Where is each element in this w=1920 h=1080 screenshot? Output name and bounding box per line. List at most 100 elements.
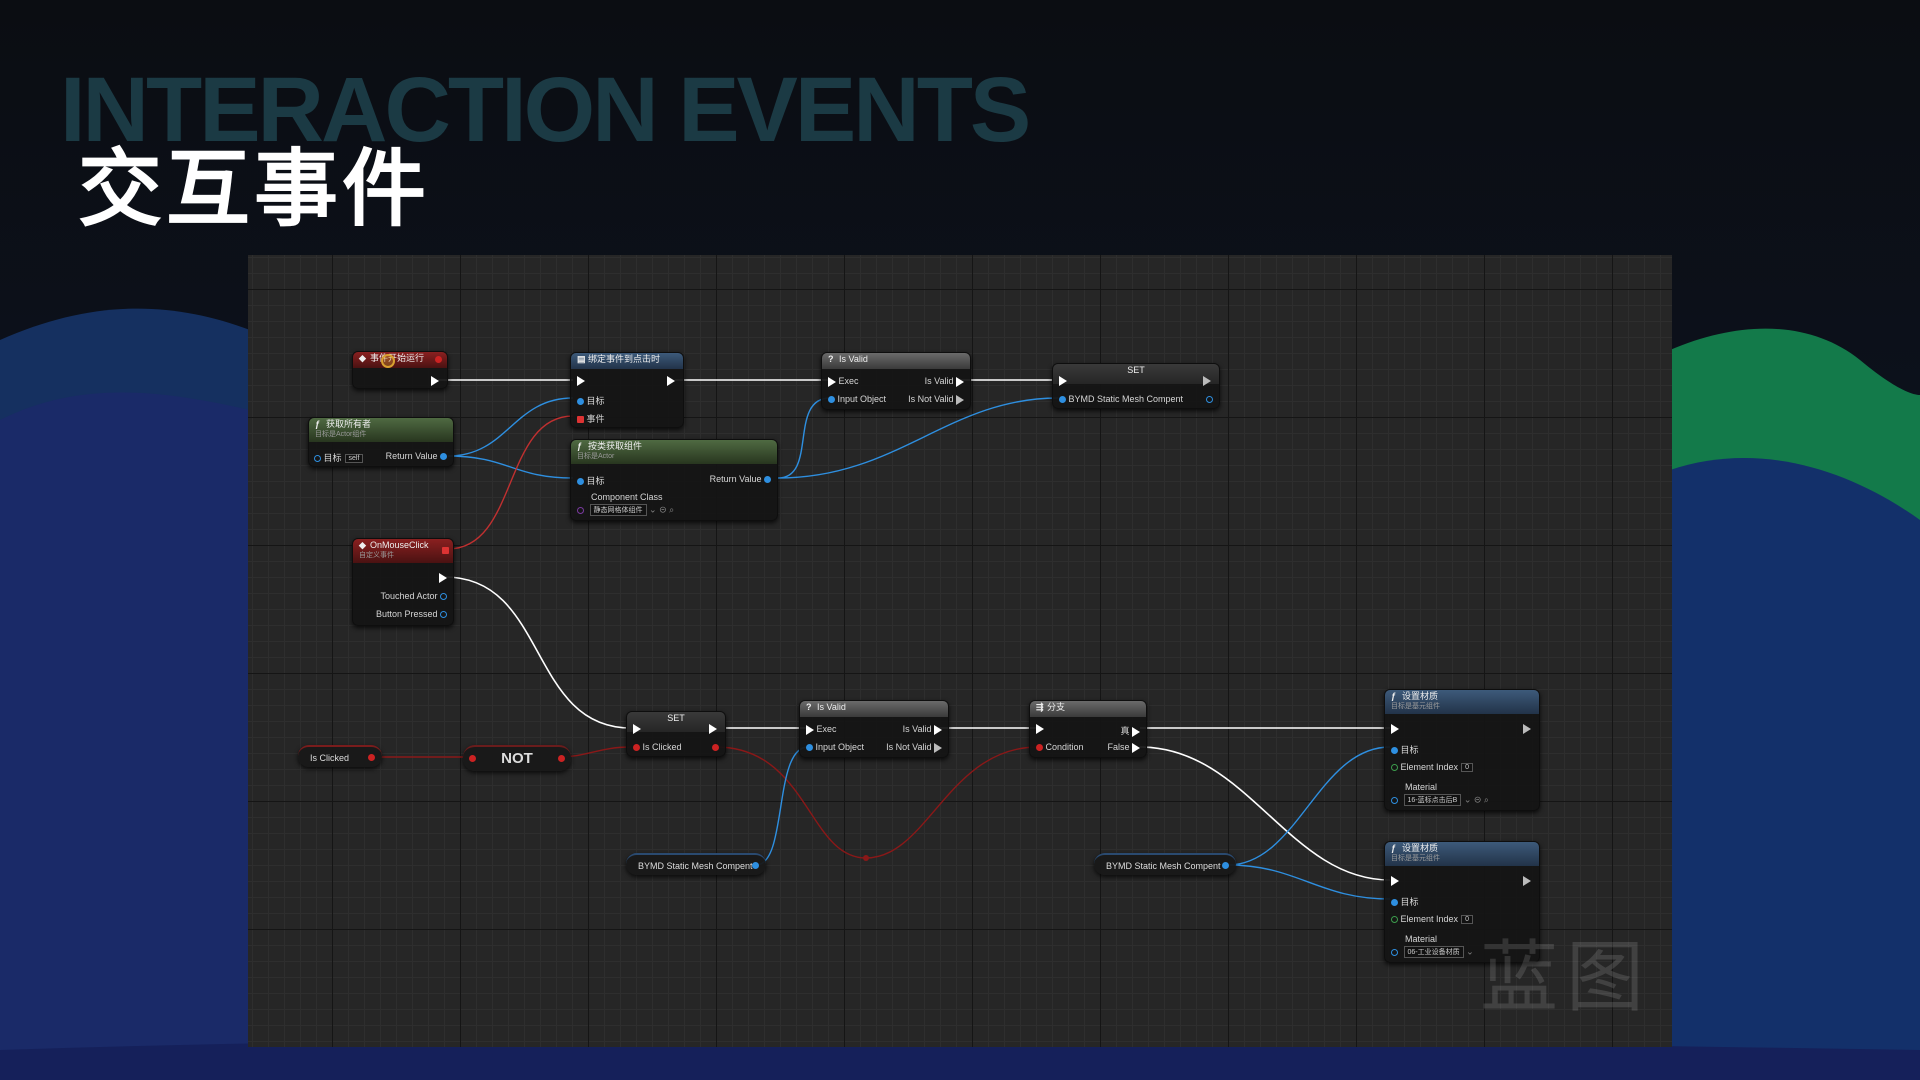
- node-is-valid-top[interactable]: ? Is Valid Exec Is Valid Input Object Is …: [821, 352, 971, 410]
- node-title: SET: [1053, 364, 1219, 384]
- material-label: Material: [1405, 782, 1438, 792]
- blueprint-watermark: 蓝图: [1479, 933, 1652, 1023]
- value-pin[interactable]: [1059, 396, 1066, 404]
- object-out-pin[interactable]: [1222, 862, 1229, 869]
- value-pin[interactable]: [633, 744, 640, 752]
- target-pin[interactable]: [1391, 747, 1398, 755]
- wire-mesh2-material1: [1227, 746, 1391, 866]
- node-begin-play[interactable]: ◆ 事件开始运行: [352, 351, 448, 389]
- target-value[interactable]: self: [344, 454, 364, 464]
- class-dropdown[interactable]: 静态网格体组件: [589, 504, 647, 516]
- node-branch[interactable]: ⇶ 分支 真 Condition False: [1029, 700, 1147, 758]
- bool-out-pin[interactable]: [558, 755, 565, 762]
- node-bind-event[interactable]: ▤ 绑定事件到点击时 目标 事件: [570, 352, 684, 428]
- exec-valid-pin[interactable]: [934, 724, 942, 735]
- wire-reroute-dot: [863, 855, 869, 861]
- node-set-bottom[interactable]: SET Is Clicked: [626, 711, 726, 757]
- button-label: Button Pressed: [375, 609, 438, 619]
- is-clicked-getter[interactable]: Is Clicked: [298, 745, 382, 767]
- exec-in-pin[interactable]: [828, 376, 836, 387]
- material-dropdown[interactable]: 16-蓝标点击后B: [1403, 794, 1462, 806]
- valid-label: Is Valid: [902, 724, 932, 734]
- exec-in-pin[interactable]: [806, 724, 814, 735]
- bool-in-pin[interactable]: [469, 755, 476, 762]
- exec-in-pin[interactable]: [1391, 724, 1399, 734]
- exec-false-pin[interactable]: [1132, 742, 1140, 753]
- exec-not-valid-pin[interactable]: [934, 742, 942, 753]
- target-pin[interactable]: [577, 398, 584, 406]
- wire-click-to-set: [444, 576, 632, 729]
- index-field[interactable]: 0: [1461, 915, 1473, 925]
- node-set-material-1[interactable]: ƒ 设置材质 目标是基元组件 目标 Element Index 0 Material …: [1384, 689, 1540, 811]
- index-label: Element Index: [1400, 914, 1459, 924]
- event-pin[interactable]: [577, 416, 584, 424]
- exec-valid-pin[interactable]: [956, 376, 964, 387]
- exec-out-pin[interactable]: [1203, 376, 1211, 386]
- material-pin[interactable]: [1391, 948, 1398, 956]
- exec-out-pin[interactable]: [1523, 724, 1531, 734]
- node-subtitle: 目标是Actor: [577, 453, 615, 460]
- target-pin[interactable]: [577, 478, 584, 486]
- return-label: Return Value: [385, 451, 438, 461]
- wire-mesh2-material2: [1227, 864, 1391, 900]
- target-pin[interactable]: [1391, 899, 1398, 907]
- touched-pin[interactable]: [440, 593, 447, 601]
- input-pin[interactable]: [828, 396, 835, 404]
- condition-pin[interactable]: [1036, 744, 1043, 752]
- index-pin[interactable]: [1391, 764, 1398, 772]
- exec-out-pin[interactable]: [667, 376, 675, 386]
- exec-in-pin[interactable]: [1059, 376, 1067, 386]
- target-label: 目标: [586, 476, 605, 486]
- node-on-mouse-click[interactable]: ◆ OnMouseClick 自定义事件 Touched Actor Button …: [352, 538, 454, 626]
- object-out-pin[interactable]: [752, 862, 759, 869]
- output-pin[interactable]: [712, 744, 719, 751]
- node-get-component[interactable]: ƒ 按类获取组件 目标是Actor 目标 Return Value Componen…: [570, 439, 778, 521]
- mouse-cursor: [381, 354, 395, 368]
- node-not[interactable]: NOT: [463, 745, 571, 771]
- not-valid-label: Is Not Valid: [886, 742, 932, 752]
- node-set-top[interactable]: SET BYMD Static Mesh Compent: [1052, 363, 1220, 409]
- node-subtitle: 目标是Actor组件: [315, 431, 367, 438]
- exec-in-pin[interactable]: [577, 376, 585, 386]
- wire-set-condition: [715, 746, 1039, 859]
- exec-out-pin[interactable]: [431, 376, 439, 386]
- target-label: 目标: [1400, 897, 1419, 907]
- exec-out-pin[interactable]: [709, 724, 717, 734]
- exec-out-pin[interactable]: [1523, 876, 1531, 886]
- index-field[interactable]: 0: [1461, 763, 1473, 773]
- blueprint-graph[interactable]: ◆ 事件开始运行 ƒ 获取所有者 目标是Actor组件 目标 self Return V…: [248, 255, 1672, 1047]
- target-pin[interactable]: [314, 455, 321, 463]
- wire-delegate: [447, 415, 574, 550]
- node-get-owner[interactable]: ƒ 获取所有者 目标是Actor组件 目标 self Return Value: [308, 417, 454, 467]
- exec-not-valid-pin[interactable]: [956, 394, 964, 405]
- class-pin[interactable]: [577, 506, 584, 514]
- exec-out-pin[interactable]: [439, 573, 447, 583]
- index-pin[interactable]: [1391, 916, 1398, 924]
- false-label: False: [1107, 742, 1130, 752]
- target-label: 目标: [1400, 745, 1419, 755]
- exec-in-pin[interactable]: [1036, 724, 1044, 734]
- button-pin[interactable]: [440, 611, 447, 619]
- material-pin[interactable]: [1391, 796, 1398, 804]
- var-label: Is Clicked: [310, 753, 350, 763]
- true-label: 真: [1120, 726, 1130, 736]
- exec-true-pin[interactable]: [1132, 726, 1140, 737]
- material-dropdown[interactable]: 06-工业设备材质: [1403, 946, 1464, 958]
- delegate-pin[interactable]: [435, 356, 442, 363]
- page-title: 交互事件: [78, 140, 431, 238]
- exec-in-pin[interactable]: [633, 724, 641, 734]
- exec-in-pin[interactable]: [1391, 876, 1399, 886]
- node-is-valid-bottom[interactable]: ? Is Valid Exec Is Valid Input Object Is …: [799, 700, 949, 758]
- node-title: 按类获取组件: [588, 441, 643, 451]
- bool-out-pin[interactable]: [368, 754, 375, 761]
- mesh-getter-2[interactable]: BYMD Static Mesh Compent: [1094, 853, 1236, 875]
- mesh-getter-1[interactable]: BYMD Static Mesh Compent: [626, 853, 766, 875]
- material-label: Material: [1405, 934, 1438, 944]
- delegate-pin[interactable]: [442, 547, 449, 554]
- input-pin[interactable]: [806, 744, 813, 752]
- output-pin[interactable]: [1206, 396, 1213, 403]
- var-label: BYMD Static Mesh Compent: [638, 861, 753, 871]
- return-pin[interactable]: [764, 476, 771, 484]
- function-icon: ƒ: [315, 419, 321, 429]
- return-pin[interactable]: [440, 453, 447, 461]
